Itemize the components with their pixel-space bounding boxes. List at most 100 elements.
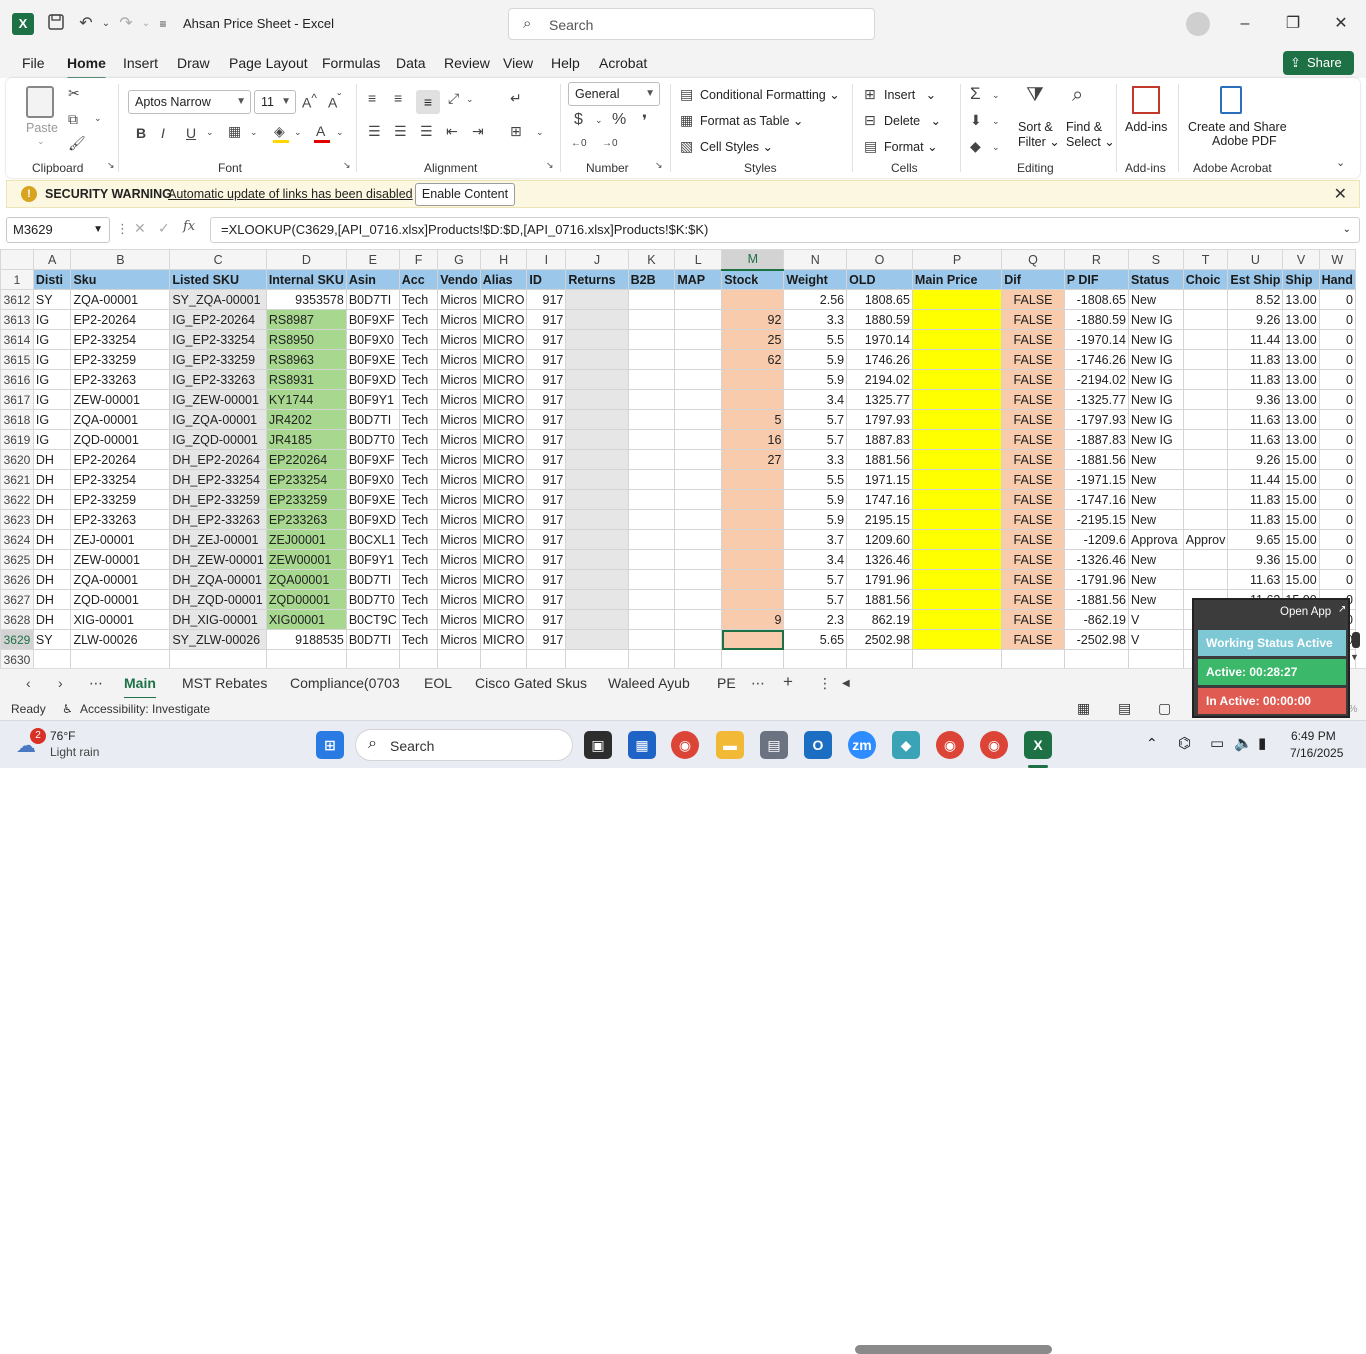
cell[interactable] <box>674 309 723 330</box>
cell[interactable]: EP2-33263 <box>70 509 171 530</box>
cell[interactable]: 1881.56 <box>846 589 913 610</box>
cell[interactable] <box>565 549 629 570</box>
cell[interactable] <box>565 329 629 350</box>
cell[interactable]: New IG <box>1128 329 1184 350</box>
cell[interactable]: Tech <box>398 509 439 530</box>
cell[interactable]: -1791.96 <box>1063 569 1130 590</box>
row-header[interactable]: 3627 <box>0 589 34 610</box>
cell[interactable]: B0F9XD <box>345 369 400 390</box>
cell[interactable]: Micros <box>437 469 481 490</box>
cell[interactable]: New <box>1128 489 1184 510</box>
font-name-select[interactable]: Aptos Narrow ▼ <box>128 90 251 114</box>
fill-dropdown-icon[interactable]: ⌄ <box>294 127 302 138</box>
cell[interactable]: Micros <box>437 629 481 650</box>
cell[interactable]: Micros <box>437 509 481 530</box>
cell[interactable]: 917 <box>526 509 567 530</box>
cell[interactable]: Micros <box>437 289 481 310</box>
cell[interactable]: MICRO <box>479 349 528 370</box>
comma-icon[interactable]: ❜ <box>642 111 647 131</box>
cell[interactable]: 13.00 <box>1282 349 1320 370</box>
sheet-tab-compliance[interactable]: Compliance(0703 <box>290 675 400 691</box>
cell[interactable]: 8.52 <box>1227 289 1284 310</box>
cell[interactable]: B0D7TI <box>345 629 400 650</box>
cell[interactable]: ZLW-00026 <box>70 629 171 650</box>
taskbar-search[interactable]: ⌕ Search <box>355 729 573 761</box>
cell[interactable]: ZQA00001 <box>265 569 347 590</box>
cell[interactable] <box>911 429 1003 450</box>
maximize-button[interactable]: ❐ <box>1278 10 1308 38</box>
cell[interactable] <box>911 629 1003 650</box>
cell[interactable]: MICRO <box>479 549 528 570</box>
cell[interactable]: 862.19 <box>846 609 913 630</box>
cell[interactable]: 5.7 <box>783 429 848 450</box>
cell[interactable] <box>565 449 629 470</box>
cell[interactable]: 15.00 <box>1282 489 1320 510</box>
cell[interactable]: -1325.77 <box>1063 389 1130 410</box>
cell[interactable]: -1880.59 <box>1063 309 1130 330</box>
enter-icon[interactable]: ✓ <box>158 220 170 237</box>
cell[interactable] <box>1182 409 1229 430</box>
cell[interactable]: New IG <box>1128 429 1184 450</box>
column-title[interactable]: Alias <box>479 269 528 290</box>
cell[interactable]: 0 <box>1318 389 1356 410</box>
cell[interactable] <box>674 409 723 430</box>
cell[interactable] <box>911 569 1003 590</box>
cell[interactable]: -1808.65 <box>1063 289 1130 310</box>
column-title[interactable]: Ship <box>1282 269 1320 290</box>
cell[interactable]: Tech <box>398 369 439 390</box>
column-header-m[interactable]: M <box>721 249 785 271</box>
decrease-font-icon[interactable]: Aˇ <box>328 92 341 111</box>
cell[interactable]: Approv <box>1182 529 1229 550</box>
search-box[interactable]: ⌕ Search <box>508 8 875 40</box>
cell[interactable]: 1747.16 <box>846 489 913 510</box>
align-left-icon[interactable]: ☰ <box>368 123 381 140</box>
cell[interactable]: V <box>1128 629 1184 650</box>
cell[interactable]: 917 <box>526 489 567 510</box>
cell[interactable]: 15.00 <box>1282 469 1320 490</box>
volume-icon[interactable]: 🔈 <box>1234 734 1253 752</box>
row-header[interactable]: 3616 <box>0 369 34 390</box>
cell[interactable] <box>565 529 629 550</box>
next-sheet-icon[interactable]: › <box>58 675 63 691</box>
cell[interactable]: Tech <box>398 569 439 590</box>
cell[interactable]: 0 <box>1318 409 1356 430</box>
cell[interactable]: 0 <box>1318 329 1356 350</box>
column-header-a[interactable]: A <box>32 249 72 270</box>
cell[interactable]: New IG <box>1128 409 1184 430</box>
row-header[interactable]: 3625 <box>0 549 34 570</box>
tab-help[interactable]: Help <box>551 55 580 71</box>
cell[interactable]: 1746.26 <box>846 349 913 370</box>
cell[interactable]: EP2-33263 <box>70 369 171 390</box>
scroll-down-icon[interactable]: ▼ <box>1350 652 1359 662</box>
cell[interactable]: -1746.26 <box>1063 349 1130 370</box>
cell[interactable]: -1209.6 <box>1063 529 1130 550</box>
column-header-d[interactable]: D <box>265 249 347 270</box>
column-header-r[interactable]: R <box>1063 249 1130 270</box>
column-title[interactable]: MAP <box>674 269 723 290</box>
cell[interactable]: 5.7 <box>783 569 848 590</box>
cell[interactable]: Micros <box>437 389 481 410</box>
cell[interactable]: MICRO <box>479 489 528 510</box>
column-title[interactable]: Returns <box>565 269 629 290</box>
cell[interactable]: EP220264 <box>265 449 347 470</box>
undo-icon[interactable]: ↶ <box>75 13 97 35</box>
cell[interactable] <box>1182 449 1229 470</box>
cell[interactable]: V <box>1128 609 1184 630</box>
clipboard-launcher-icon[interactable]: ↘ <box>107 160 115 171</box>
cell[interactable]: 5.9 <box>783 369 848 390</box>
cell[interactable] <box>1182 309 1229 330</box>
cell[interactable]: 15.00 <box>1282 569 1320 590</box>
cell[interactable]: 11.44 <box>1227 329 1284 350</box>
security-warning-link[interactable]: Automatic update of links has been disab… <box>168 187 413 201</box>
cell[interactable] <box>721 489 785 510</box>
cell[interactable]: DH <box>32 469 72 490</box>
cell[interactable]: DH_EP2-33259 <box>169 489 267 510</box>
cell[interactable]: 0 <box>1318 369 1356 390</box>
cell[interactable] <box>627 609 676 630</box>
cell[interactable] <box>437 649 481 669</box>
column-title[interactable]: P DIF <box>1063 269 1130 290</box>
column-title[interactable]: Main Price <box>911 269 1003 290</box>
currency-dropdown-icon[interactable]: ⌄ <box>595 115 603 126</box>
cell[interactable]: New <box>1128 469 1184 490</box>
cell[interactable]: B0F9X0 <box>345 329 400 350</box>
